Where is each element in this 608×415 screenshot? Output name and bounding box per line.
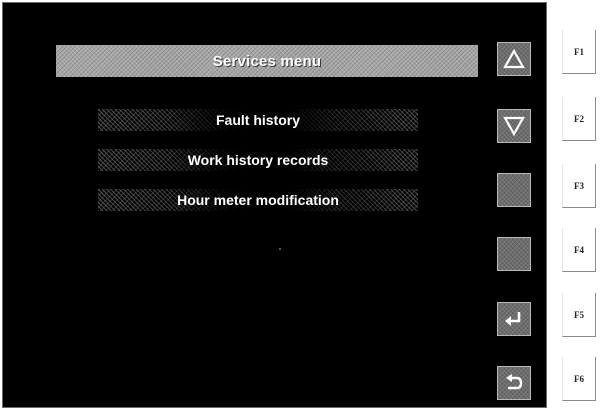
blank-key-3[interactable] (497, 173, 531, 207)
down-triangle-icon (503, 116, 525, 136)
menu-item-fault-history[interactable]: Fault history (98, 109, 418, 131)
function-key-f1[interactable]: F1 (562, 30, 596, 74)
menu-item-hour-meter-modification[interactable]: Hour meter modification (98, 189, 418, 211)
function-key-label: F4 (574, 244, 584, 255)
function-key-label: F2 (574, 113, 584, 124)
function-key-f3[interactable]: F3 (562, 164, 596, 208)
function-key-f5[interactable]: F5 (562, 293, 596, 337)
back-button[interactable] (497, 366, 531, 400)
screen-speck (279, 248, 281, 250)
up-triangle-icon (503, 49, 525, 69)
back-arrow-icon (506, 374, 523, 390)
function-key-f4[interactable]: F4 (562, 228, 596, 272)
page-title: Services menu (212, 52, 322, 70)
display-screen: Services menu Fault history Work history… (2, 2, 547, 408)
device-frame: Services menu Fault history Work history… (0, 0, 608, 415)
down-button[interactable] (497, 109, 531, 143)
function-key-f2[interactable]: F2 (562, 97, 596, 141)
function-key-f6[interactable]: F6 (562, 357, 596, 401)
enter-arrow-icon (505, 312, 521, 326)
function-key-label: F1 (574, 46, 584, 57)
menu-header-bar: Services menu (56, 45, 478, 77)
function-key-label: F5 (574, 309, 584, 320)
function-key-label: F6 (574, 373, 584, 384)
up-button[interactable] (497, 42, 531, 76)
function-key-label: F3 (574, 180, 584, 191)
enter-button[interactable] (497, 302, 531, 336)
menu-item-work-history-records[interactable]: Work history records (98, 149, 418, 171)
blank-key-4[interactable] (497, 237, 531, 271)
